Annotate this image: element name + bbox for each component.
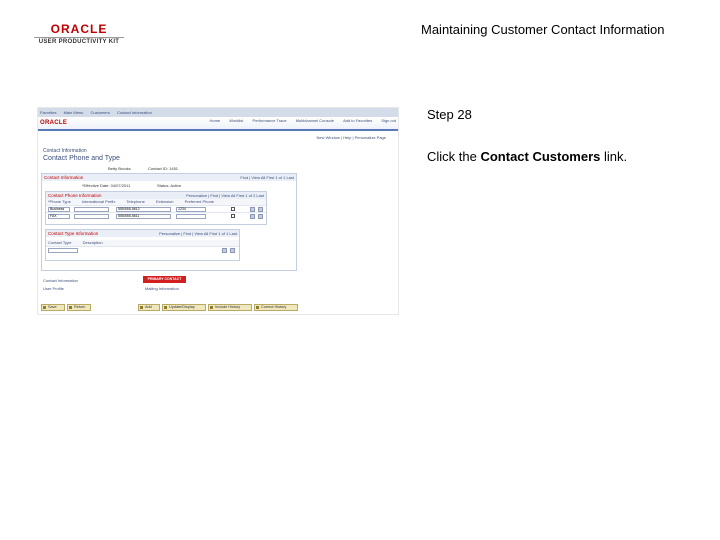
new-window-links[interactable]: New Window | Help | Personalize Page	[317, 135, 386, 140]
instruction-prefix: Click the	[427, 149, 481, 164]
phone-grid: Contact Phone Information Personalize | …	[45, 191, 267, 225]
update-display-button[interactable]: Update/Display	[162, 304, 206, 311]
delete-row-icon[interactable]	[230, 248, 235, 253]
telephone-input[interactable]: 555/555-5611	[116, 214, 171, 219]
add-favorites-link[interactable]: Add to Favorites	[343, 118, 372, 123]
col-description: Description	[82, 240, 103, 245]
sign-out-link[interactable]: Sign out	[381, 118, 396, 123]
contact-id: Contact ID: 1451	[148, 166, 179, 171]
logo-divider	[34, 37, 124, 38]
app-header: ORACLE Home Worklist Performance Trace M…	[38, 117, 398, 129]
contact-type-header: Contact Type Information Personalize | F…	[46, 230, 239, 237]
preferred-phone-checkbox[interactable]	[231, 207, 235, 211]
breadcrumb-main-menu[interactable]: Main Menu	[64, 110, 84, 115]
performance-trace-link[interactable]: Performance Trace	[253, 118, 287, 123]
contact-type-title: Contact Type Information	[48, 231, 99, 236]
preferred-phone-checkbox[interactable]	[231, 214, 235, 218]
table-row: FAX 555/555-5611	[46, 212, 266, 219]
user-profile-link[interactable]: User Profile	[43, 286, 64, 291]
page-title: Contact Phone and Type	[43, 155, 120, 162]
app-oracle-logo: ORACLE	[40, 120, 68, 126]
app-screenshot: Favorites Main Menu Customers Contact In…	[37, 107, 399, 315]
multichannel-link[interactable]: Multichannel Console	[296, 118, 334, 123]
oracle-upk-logo: ORACLE USER PRODUCTIVITY KIT	[34, 22, 124, 45]
contact-information-link[interactable]: Contact Information	[43, 278, 78, 283]
col-extension: Extension	[155, 199, 174, 204]
phone-grid-nav[interactable]: Personalize | Find | View All First 1 of…	[186, 192, 264, 199]
instruction-target-link: Contact Customers	[480, 149, 601, 164]
save-button[interactable]: Save	[41, 304, 65, 311]
instruction-suffix: link.	[600, 149, 628, 164]
page-subtitle: Contact Information	[43, 148, 87, 154]
contact-type-input[interactable]	[48, 248, 78, 253]
phone-type-input[interactable]: FAX	[48, 214, 70, 219]
bottom-toolbar: Save Return Add Update/Display Include H…	[38, 304, 398, 312]
breadcrumb-customers[interactable]: Customers	[91, 110, 110, 115]
contact-info-header: Contact Information Find | View All Firs…	[42, 174, 296, 181]
table-row: Business 555/555-5612 1234	[46, 205, 266, 212]
contact-info-title: Contact Information	[44, 175, 84, 180]
worklist-link[interactable]: Worklist	[229, 118, 243, 123]
breadcrumb-favorites[interactable]: Favorites	[40, 110, 56, 115]
add-row-icon[interactable]	[250, 214, 255, 219]
document-title: Maintaining Customer Contact Information	[421, 22, 665, 37]
col-phone-type: *Phone Type	[48, 199, 71, 204]
breadcrumb: Favorites Main Menu Customers Contact In…	[38, 108, 398, 117]
add-row-icon[interactable]	[222, 248, 227, 253]
oracle-logo-text: ORACLE	[50, 22, 108, 36]
col-telephone: Telephone	[126, 199, 145, 204]
delete-row-icon[interactable]	[258, 214, 263, 219]
header-divider	[38, 129, 398, 131]
home-link[interactable]: Home	[209, 118, 220, 123]
table-row	[46, 246, 239, 253]
add-button[interactable]: Add	[138, 304, 160, 311]
correct-history-button[interactable]: Correct History	[254, 304, 298, 311]
contact-info-section: Contact Information Find | View All Firs…	[41, 173, 297, 271]
return-button[interactable]: Return	[67, 304, 91, 311]
col-intl-prefix: International Prefix	[81, 199, 116, 204]
mailing-information-link[interactable]: Mailing Information	[145, 286, 179, 291]
intl-prefix-input[interactable]	[74, 214, 109, 219]
col-preferred: Preferred Phone	[184, 199, 215, 204]
upk-logo-text: USER PRODUCTIVITY KIT	[38, 39, 120, 45]
step-number: Step 28	[427, 107, 472, 122]
breadcrumb-contact-info[interactable]: Contact Information	[117, 110, 152, 115]
effective-date: *Effective Date: 04/07/2011	[82, 183, 131, 188]
include-history-button[interactable]: Include History	[208, 304, 252, 311]
col-contact-type: Contact Type	[48, 240, 72, 245]
contact-type-nav[interactable]: Personalize | Find | View All First 1 of…	[159, 230, 237, 237]
phone-grid-title: Contact Phone Information	[48, 193, 102, 198]
step-instruction: Click the Contact Customers link.	[427, 149, 627, 164]
contact-info-nav[interactable]: Find | View All First 1 of 1 Last	[240, 174, 294, 181]
phone-grid-header: Contact Phone Information Personalize | …	[46, 192, 266, 199]
contact-name: Betty Brooks	[108, 166, 131, 171]
extension-input[interactable]	[176, 214, 206, 219]
top-nav-links: Home Worklist Performance Trace Multicha…	[201, 118, 396, 123]
status-field: Status: Active	[157, 183, 182, 188]
primary-contact-button[interactable]: PRIMARY CONTACT	[143, 276, 186, 283]
contact-type-grid: Contact Type Information Personalize | F…	[45, 229, 240, 261]
